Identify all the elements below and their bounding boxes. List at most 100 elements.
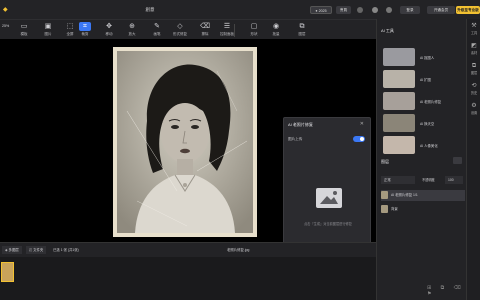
tool-1[interactable]: ▭ 模板: [12, 22, 36, 39]
tool-8[interactable]: ◇ 形式修复: [168, 22, 192, 39]
layer-row[interactable]: 背景: [381, 204, 465, 215]
selection-count: 已选 1 张 (共1张): [53, 248, 79, 252]
opacity-label: 不透明度: [422, 178, 435, 182]
opacity-input[interactable]: 100: [445, 176, 463, 184]
dialog-title: AI 老照片修复: [288, 122, 313, 127]
canvas[interactable]: AI 老照片修复 ✕ 图片上传 点击『生成』对当前图层进行修复 生成 ● 40: [0, 39, 376, 277]
tool-label: 图片: [44, 32, 52, 36]
notification-icon[interactable]: [357, 7, 363, 13]
tool-label: 放大: [128, 32, 136, 36]
tool-icon: ◇: [177, 23, 183, 30]
settings-icon[interactable]: [372, 7, 378, 13]
login-button[interactable]: 登录: [400, 6, 420, 14]
photo-frame: [113, 47, 257, 237]
ai-tool-card[interactable]: [383, 92, 415, 110]
folder-button[interactable]: ◰ 文件夹: [26, 246, 47, 254]
ai-tool-name[interactable]: AI 抠图人: [420, 55, 434, 60]
ai-tool-name[interactable]: AI 扩图: [420, 77, 431, 82]
ai-tool-card[interactable]: [383, 70, 415, 88]
tool-label: 批量: [272, 32, 280, 36]
multi-layer-button[interactable]: ◈ 多图层: [2, 246, 22, 254]
tool-label: 裁剪: [81, 32, 89, 36]
tool-label: 模板: [20, 32, 28, 36]
blend-mode-select[interactable]: 正常: [381, 176, 415, 184]
layer-name: 背景: [391, 207, 398, 211]
ai-tool-card[interactable]: [383, 114, 415, 132]
ai-tool-name[interactable]: AI 换天空: [420, 121, 434, 126]
portrait-image: [117, 51, 253, 233]
tool-label: 控制面板: [220, 32, 234, 36]
tool-label: 移动: [105, 32, 113, 36]
layer-thumbnail: [381, 191, 388, 200]
tool-icon: ▣: [44, 23, 52, 30]
layers-title: 图层: [381, 159, 389, 164]
layer-row[interactable]: AI 老照片修复 1/1: [381, 190, 465, 201]
add-layer-icon[interactable]: [453, 157, 462, 164]
tool-label: 擦除: [201, 32, 209, 36]
title-bar: ◆ 創意 ● 2025 會員 登录 开通会员 升级至专业版: [0, 0, 480, 19]
toolbar: 25% ▭ 模板 ▣ 图片 ⬚ 全屏 ⌗ 裁剪 ✥ 移动 ⊕ 放大 ✎ 画笔 ◇ 形式修复 ⌫ 擦除 ☰ 控制面板 ▢ 形…: [0, 19, 376, 39]
tool-label: 画笔: [153, 32, 161, 36]
tool-9[interactable]: ⌫ 擦除: [193, 22, 217, 39]
rail-item[interactable]: ⚒ 工具: [467, 23, 480, 35]
filmstrip: [0, 257, 376, 300]
rail-item[interactable]: ⚙ 设置: [467, 103, 480, 115]
ai-tool-card[interactable]: [383, 48, 415, 66]
version-pill[interactable]: ● 2025: [310, 6, 332, 14]
tool-icon: ⌗: [79, 22, 91, 31]
vip-button[interactable]: 开通会员: [427, 6, 455, 14]
avatar[interactable]: [386, 7, 392, 13]
filmstrip-thumbnail[interactable]: [1, 262, 14, 282]
tool-label: 形状: [250, 32, 258, 36]
tool-icon: ▭: [20, 23, 28, 30]
zoom-level[interactable]: 25%: [2, 24, 9, 28]
dialog-hint: 点击『生成』对当前图层进行修复: [304, 222, 352, 226]
image-placeholder-icon[interactable]: [316, 188, 342, 208]
layer-actions[interactable]: ⊞ ⧉ ⌫ ⚑: [427, 285, 466, 297]
tool-5[interactable]: ✥ 移动: [97, 22, 121, 39]
member-pill[interactable]: 會員: [336, 6, 351, 14]
tool-13[interactable]: ⧉ 图层: [290, 22, 314, 39]
rail-label: 历史: [470, 91, 478, 95]
upgrade-button[interactable]: 升级至专业版: [456, 6, 480, 14]
right-panel: AI 工具 AI 抠图人 AI 扩图 AI 老照片修复 AI 换天空 AI 人像美化 图…: [376, 19, 466, 300]
rail-label: 工具: [470, 31, 478, 35]
tool-icon: ☰: [223, 23, 231, 30]
tool-label: 形式修复: [173, 32, 187, 36]
rail-label: 图层: [470, 71, 478, 75]
tool-label: 图层: [298, 32, 306, 36]
tool-icon: ▢: [250, 23, 258, 30]
rail-item[interactable]: ⟲ 历史: [467, 83, 480, 95]
layer-thumbnail: [381, 205, 388, 214]
close-icon[interactable]: ✕: [360, 121, 364, 127]
tool-4[interactable]: ⌗ 裁剪: [73, 22, 97, 39]
tool-6[interactable]: ⊕ 放大: [120, 22, 144, 39]
file-name: 老照片修复.jpg: [227, 248, 250, 252]
tool-10[interactable]: ☰ 控制面板: [215, 22, 239, 39]
ai-tools-title: AI 工具: [381, 28, 394, 33]
tool-icon: ⌫: [200, 23, 210, 30]
toolbar-divider: [234, 24, 235, 37]
tool-12[interactable]: ◉ 批量: [264, 22, 288, 39]
right-rail: ⚒ 工具 ◩ 素材 ⧉ 图层 ⟲ 历史 ⚙ 设置: [466, 19, 480, 300]
tool-icon: ✥: [106, 23, 112, 30]
rail-item[interactable]: ◩ 素材: [467, 43, 480, 55]
tool-icon: ⊕: [129, 23, 135, 30]
rail-icon: ⚒: [471, 23, 477, 29]
tool-7[interactable]: ✎ 画笔: [145, 22, 169, 39]
tool-11[interactable]: ▢ 形状: [242, 22, 266, 39]
ai-tool-name[interactable]: AI 老照片修复: [420, 99, 441, 104]
ai-tool-name[interactable]: AI 人像美化: [420, 143, 438, 148]
upload-toggle[interactable]: [353, 136, 365, 142]
rail-label: 设置: [470, 111, 478, 115]
ai-tool-card[interactable]: [383, 136, 415, 154]
old-photo[interactable]: [117, 51, 253, 233]
tool-icon: ⧉: [299, 23, 305, 30]
layer-name: AI 老照片修复 1/1: [391, 193, 418, 197]
tool-icon: ◉: [272, 23, 280, 30]
rail-icon: ⟲: [471, 83, 477, 89]
tool-icon: ✎: [154, 23, 160, 30]
rail-icon: ◩: [471, 43, 477, 49]
rail-item[interactable]: ⧉ 图层: [467, 63, 480, 75]
tool-2[interactable]: ▣ 图片: [36, 22, 60, 39]
